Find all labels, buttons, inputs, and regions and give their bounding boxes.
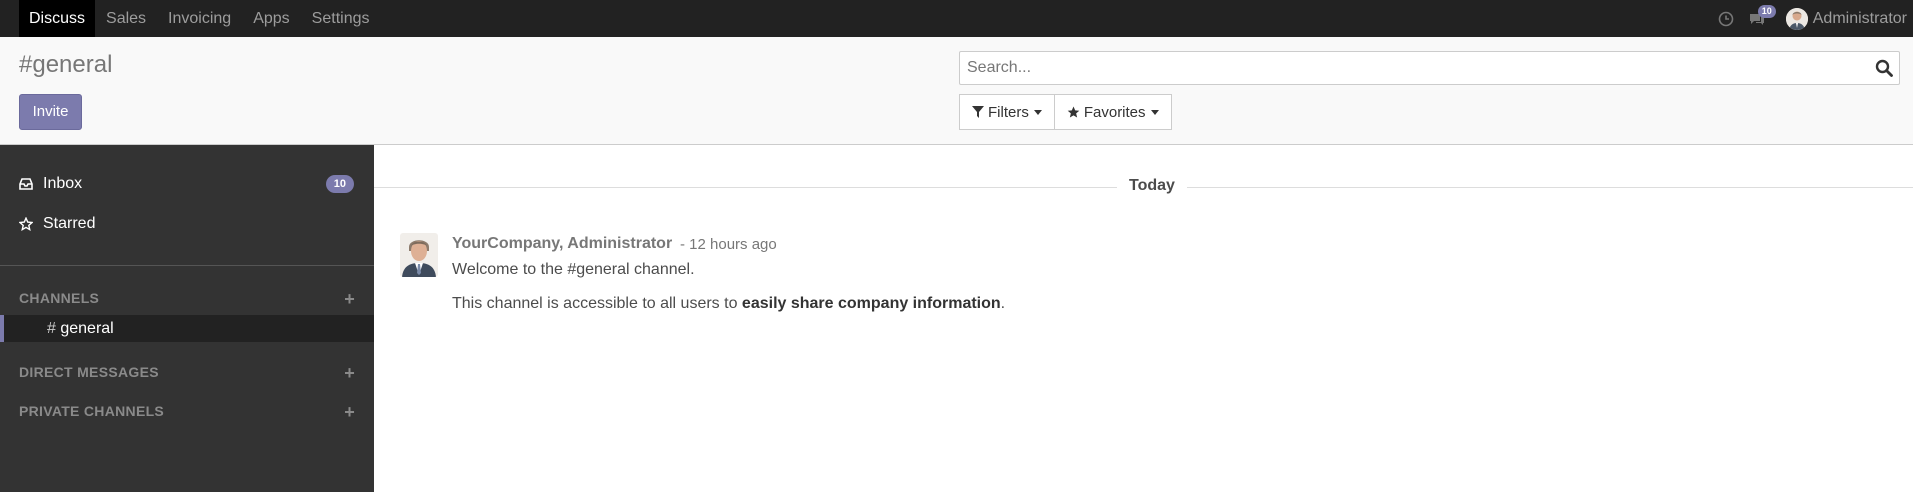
direct-messages-label: DIRECT MESSAGES xyxy=(19,364,159,380)
direct-messages-header: DIRECT MESSAGES + xyxy=(19,363,355,383)
sidebar-item-inbox[interactable]: Inbox 10 xyxy=(0,167,374,201)
menu-invoicing[interactable]: Invoicing xyxy=(157,0,242,37)
avatar xyxy=(1785,7,1808,30)
star-icon xyxy=(1067,106,1080,117)
sidebar-item-starred[interactable]: Starred xyxy=(0,207,374,241)
add-direct-message-icon[interactable]: + xyxy=(344,363,355,384)
chat-icon[interactable]: 10 xyxy=(1748,4,1776,27)
channel-hash: # xyxy=(47,320,56,337)
favorites-label: Favorites xyxy=(1083,103,1146,121)
app-menu: Discuss Sales Invoicing Apps Settings xyxy=(19,0,380,37)
inbox-icon xyxy=(19,178,33,190)
message-text: Welcome to the #general channel. xyxy=(452,261,695,278)
systray: 10 Administrator xyxy=(1718,0,1907,37)
search-icon[interactable] xyxy=(1875,59,1893,82)
sidebar-item-general[interactable]: # general xyxy=(0,315,374,342)
private-channels-label: PRIVATE CHANNELS xyxy=(19,403,165,419)
day-label: Today xyxy=(1117,177,1187,195)
message-time: - 12 hours ago xyxy=(680,236,777,253)
page-title: #general xyxy=(19,51,113,78)
sidebar-divider xyxy=(0,265,374,266)
message-text: This channel is accessible to all users … xyxy=(452,295,1005,313)
filter-icon xyxy=(972,106,984,118)
menu-sales[interactable]: Sales xyxy=(95,0,157,37)
message-author[interactable]: YourCompany, Administrator xyxy=(452,235,672,253)
channels-header-label: CHANNELS xyxy=(19,290,100,306)
menu-settings[interactable]: Settings xyxy=(301,0,381,37)
user-name: Administrator xyxy=(1812,9,1907,27)
message-thread: Today YourCompany, Administrator - 12 ho… xyxy=(374,145,1913,492)
search-box xyxy=(959,51,1900,85)
star-outline-icon xyxy=(19,217,33,231)
add-private-channel-icon[interactable]: + xyxy=(344,402,355,423)
add-channel-icon[interactable]: + xyxy=(344,289,355,310)
caret-down-icon xyxy=(1150,109,1159,115)
sidebar-item-label: Starred xyxy=(43,215,96,232)
message-text-prefix: This channel is accessible to all users … xyxy=(452,295,742,312)
user-menu[interactable]: Administrator xyxy=(1785,7,1907,30)
menu-discuss[interactable]: Discuss xyxy=(19,0,96,37)
favorites-button[interactable]: Favorites xyxy=(1054,94,1172,130)
control-panel: #general Invite Filters Favorites xyxy=(0,37,1913,145)
private-channels-header: PRIVATE CHANNELS + xyxy=(19,402,355,422)
channel-name: general xyxy=(60,320,114,337)
messages-count-badge: 10 xyxy=(1757,4,1776,18)
search-input[interactable] xyxy=(967,52,1867,84)
message-text-suffix: . xyxy=(1000,295,1006,312)
filters-label: Filters xyxy=(988,103,1029,121)
sidebar-item-label: Inbox xyxy=(43,175,83,192)
caret-down-icon xyxy=(1033,109,1042,115)
filters-button[interactable]: Filters xyxy=(959,94,1055,130)
clock-icon[interactable] xyxy=(1718,11,1734,27)
message-text-bold: easily share company information xyxy=(741,295,1001,312)
menu-apps[interactable]: Apps xyxy=(242,0,300,37)
search-options: Filters Favorites xyxy=(959,94,1172,130)
invite-button[interactable]: Invite xyxy=(19,94,82,130)
discuss-sidebar: Inbox 10 Starred CHANNELS + # general DI… xyxy=(0,145,374,492)
inbox-count-badge: 10 xyxy=(325,175,354,193)
channels-header: CHANNELS + xyxy=(19,289,355,309)
author-avatar[interactable] xyxy=(400,233,438,277)
top-navbar: Discuss Sales Invoicing Apps Settings 10… xyxy=(0,0,1913,37)
